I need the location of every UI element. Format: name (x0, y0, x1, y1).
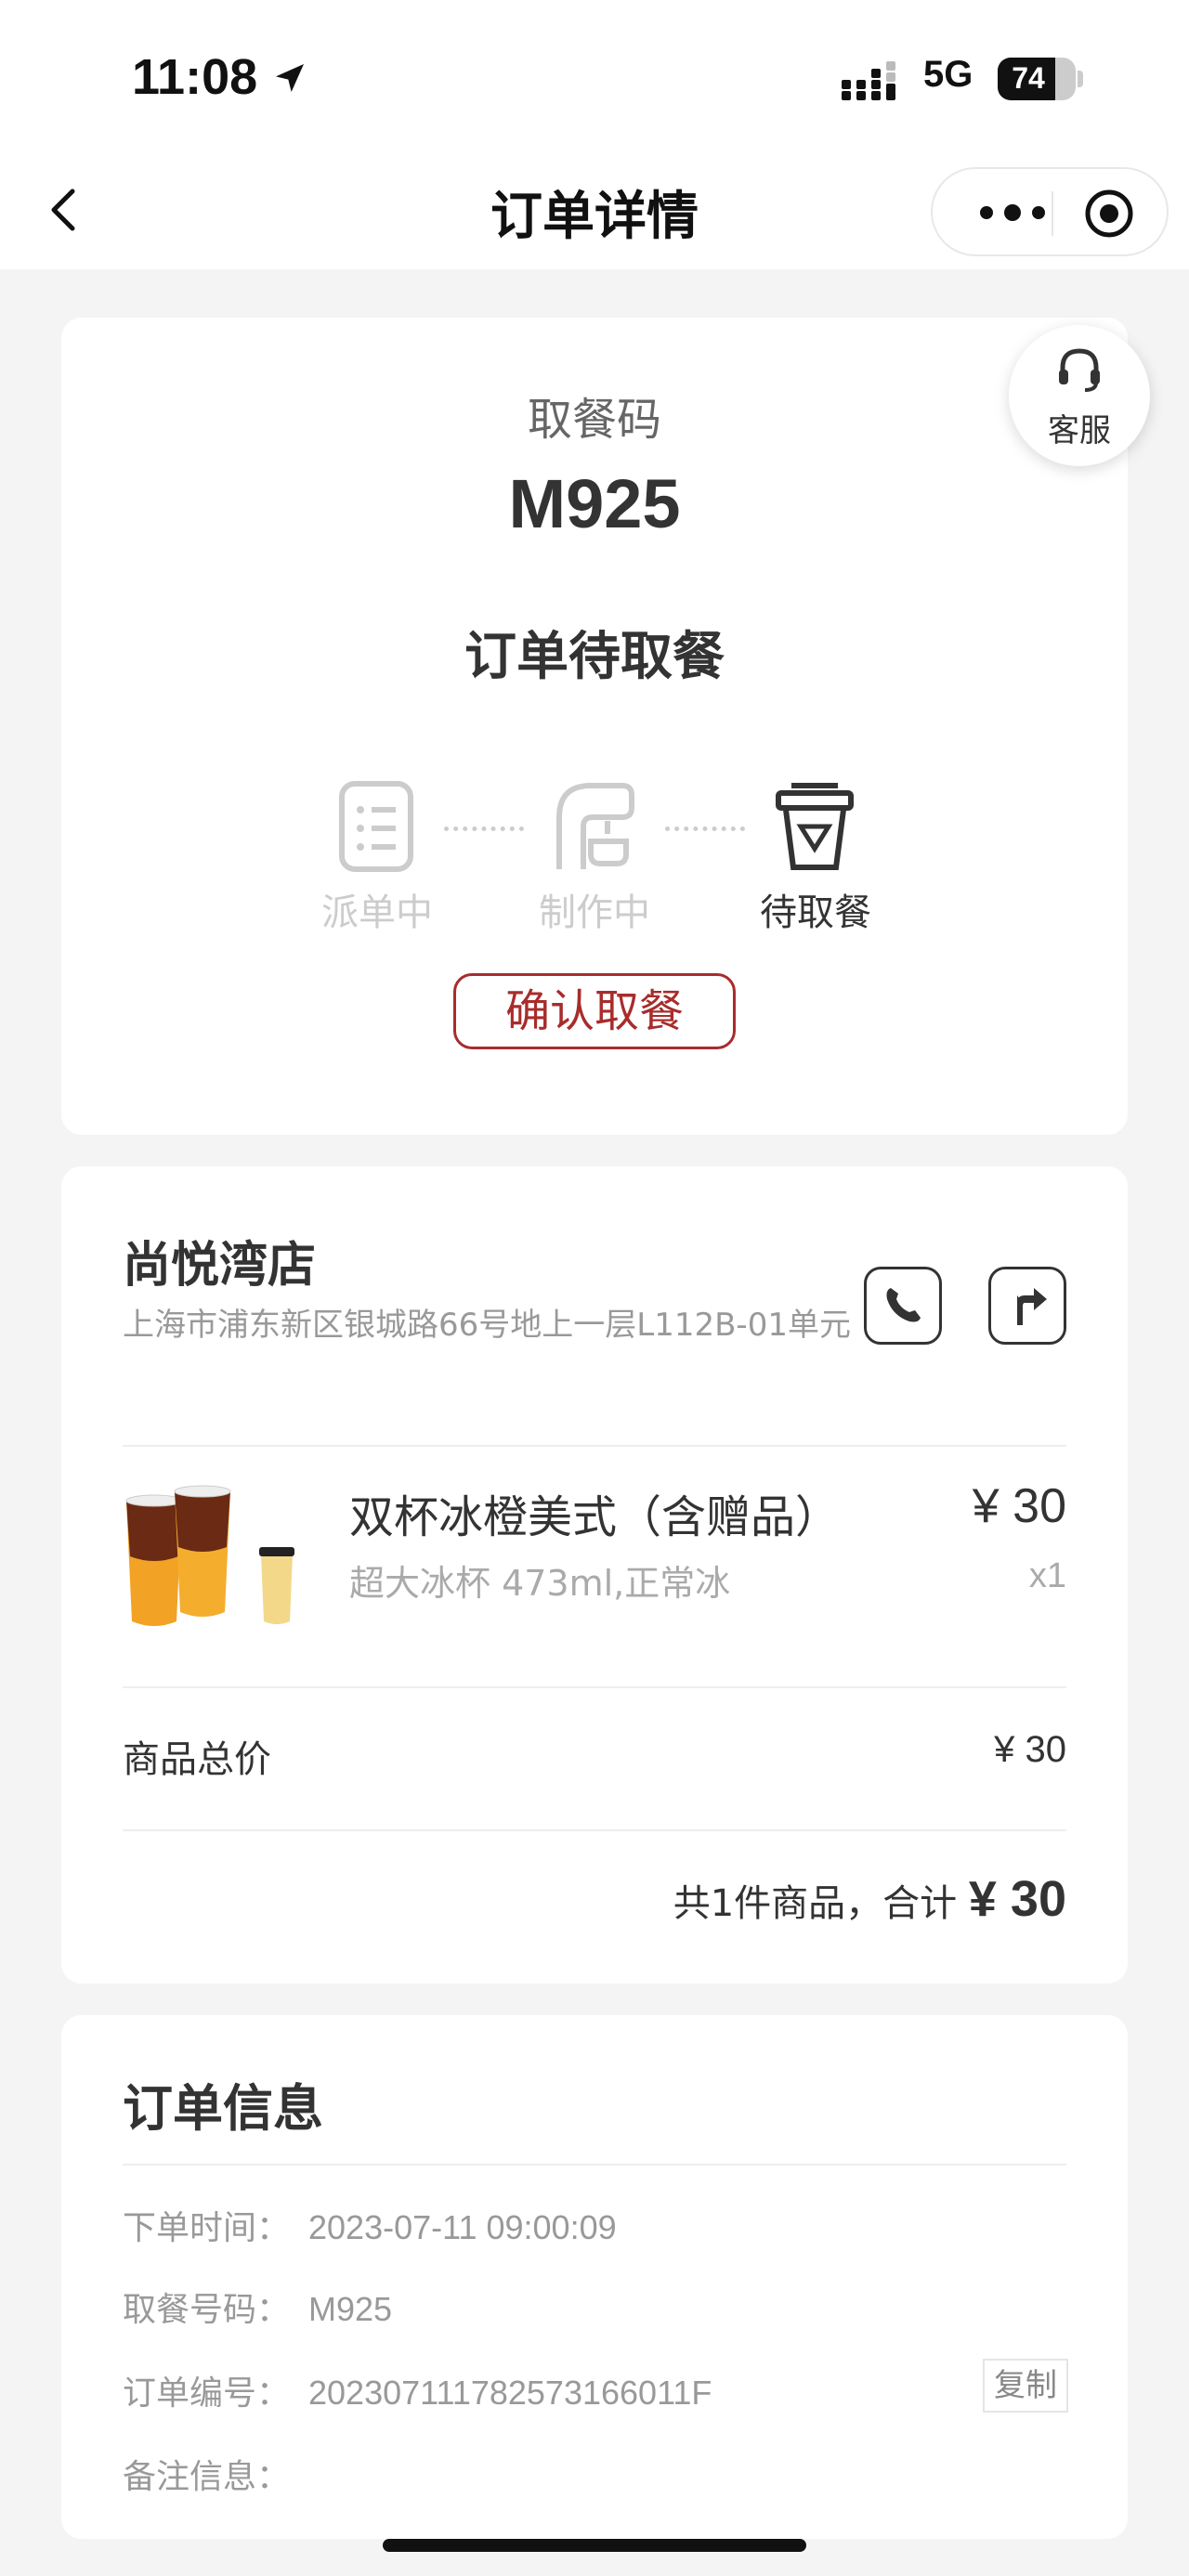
customer-service-label: 客服 (1048, 412, 1111, 449)
confirm-pickup-button[interactable]: 确认取餐 (453, 973, 736, 1049)
home-indicator[interactable] (383, 2539, 806, 2552)
info-row-order-number: 订单编号： 202307111782573166011F (123, 2366, 712, 2414)
goods-total-label: 商品总价 (123, 1738, 271, 1781)
order-items-card: 尚悦湾店 上海市浦东新区银城路66号地上一层L112B-01单元 双杯冰橙美式（… (61, 1166, 1128, 1984)
network-type: 5G (923, 54, 973, 95)
order-sum-label: 共1件商品，合计 (673, 1882, 958, 1925)
store-name: 尚悦湾店 (123, 1238, 317, 1294)
pickup-code: M925 (508, 465, 681, 542)
divider (123, 2164, 1066, 2166)
info-key: 订单编号： (123, 2374, 291, 2413)
info-row-order-time: 下单时间： 2023-07-11 09:00:09 (123, 2201, 617, 2249)
info-value: 2023-07-11 09:00:09 (308, 2208, 617, 2246)
pickup-code-label: 取餐码 (527, 394, 661, 446)
battery-level: 74 (1012, 61, 1045, 95)
close-target-icon[interactable] (1083, 188, 1135, 240)
order-sum: 共1件商品，合计 ¥ 30 (673, 1870, 1066, 1928)
order-status: 订单待取餐 (464, 627, 725, 687)
info-value: 202307111782573166011F (308, 2374, 712, 2412)
status-bar: 11:08 5G 74 (0, 0, 1189, 158)
info-row-pickup-code: 取餐号码： M925 (123, 2283, 392, 2331)
cup-icon (776, 783, 854, 870)
info-key: 取餐号码： (123, 2291, 291, 2329)
step-connector (665, 826, 745, 831)
more-dots-icon[interactable] (966, 188, 1059, 238)
divider (123, 1686, 1066, 1688)
info-key: 下单时间： (123, 2209, 291, 2247)
step-label-ready: 待取餐 (760, 891, 871, 934)
divider (123, 1829, 1066, 1831)
product-quantity: x1 (1028, 1556, 1066, 1595)
list-icon (339, 781, 413, 872)
divider (123, 1445, 1066, 1447)
order-info-title: 订单信息 (123, 2079, 323, 2138)
store-address: 上海市浦东新区银城路66号地上一层L112B-01单元 (123, 1307, 851, 1344)
call-store-button[interactable] (864, 1267, 942, 1345)
directions-icon (1017, 1288, 1047, 1325)
copy-order-number-button[interactable]: 复制 (983, 2359, 1068, 2413)
battery-indicator: 74 (998, 58, 1076, 100)
info-row-remarks: 备注信息： (123, 2450, 308, 2498)
location-arrow-icon (276, 64, 304, 92)
product-spec: 超大冰杯 473ml,正常冰 (349, 1563, 731, 1604)
phone-icon (886, 1288, 921, 1322)
pickup-card: 取餐码 M925 订单待取餐 派单中 制作中 待取餐 确认取餐 (61, 318, 1128, 1135)
clock-time: 11:08 (132, 49, 258, 105)
step-label-dispatching: 派单中 (321, 891, 433, 934)
order-info-card: 订单信息 下单时间： 2023-07-11 09:00:09 取餐号码： M925 … (61, 2015, 1128, 2539)
order-sum-value: ¥ 30 (968, 1871, 1066, 1927)
customer-service-button[interactable]: 客服 (1009, 325, 1150, 466)
navigate-button[interactable] (988, 1267, 1066, 1345)
mini-program-capsule (931, 167, 1169, 256)
capsule-divider (1052, 191, 1053, 236)
goods-total-value: ¥ 30 (994, 1729, 1066, 1770)
step-connector (444, 826, 524, 831)
headset-icon (1059, 348, 1100, 392)
product-name: 双杯冰橙美式（含赠品） (349, 1491, 841, 1543)
battery-tip (1078, 71, 1083, 87)
signal-icon (842, 61, 895, 100)
nav-bar: 订单详情 (0, 158, 1189, 269)
product-price: ¥ 30 (972, 1479, 1066, 1533)
step-label-making: 制作中 (539, 891, 650, 934)
info-value: M925 (308, 2290, 393, 2328)
coffee-machine-icon (556, 783, 634, 869)
product-image (125, 1485, 294, 1626)
info-key: 备注信息： (123, 2458, 291, 2496)
